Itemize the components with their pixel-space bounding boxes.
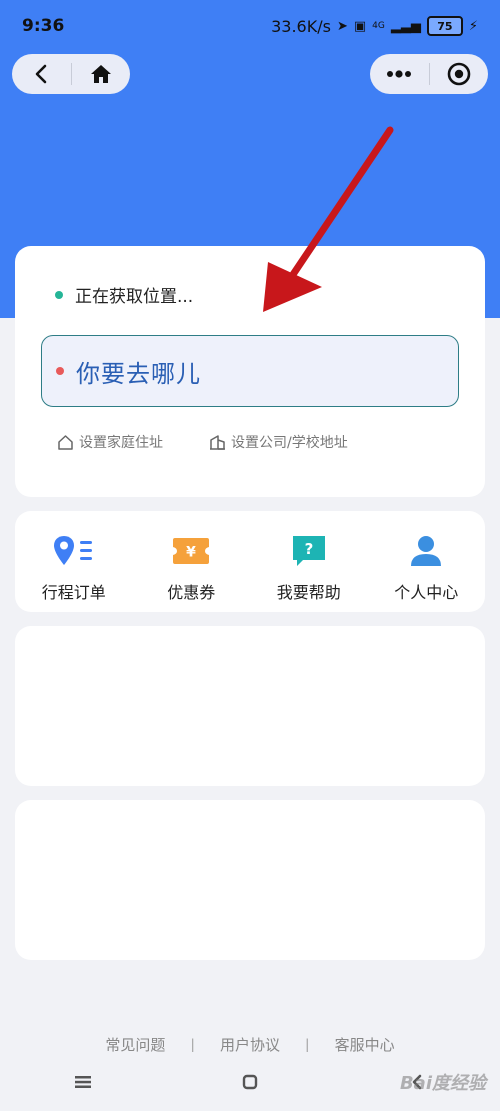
charging-icon: ⚡ (468, 18, 478, 34)
back-button[interactable] (12, 54, 71, 94)
set-work-label: 设置公司/学校地址 (231, 435, 348, 451)
nav-capsule (12, 54, 130, 94)
watermark-logo: Bai度经验 (399, 1073, 486, 1094)
hd-icon: ▣ (353, 18, 367, 34)
destination-dot (56, 367, 64, 375)
net-speed: 33.6K/s (271, 16, 331, 36)
location-arrow-icon: ➤ (336, 18, 348, 34)
back-icon (35, 64, 47, 84)
coupon-icon: ¥ (173, 538, 210, 564)
menu-icon (75, 1075, 92, 1088)
more-button[interactable] (370, 54, 429, 94)
more-dots-icon (387, 70, 412, 78)
set-home-address-button[interactable]: 设置家庭住址 (57, 432, 163, 452)
square-home-icon (242, 1074, 258, 1089)
address-shortcuts: 设置家庭住址 设置公司/学校地址 (57, 432, 348, 452)
menu-label: 个人中心 (394, 583, 459, 602)
recent-apps-button[interactable] (63, 1062, 103, 1102)
destination-placeholder: 你要去哪儿 (76, 359, 201, 388)
battery-icon: 75 (426, 16, 463, 36)
trip-order-icon (53, 536, 92, 565)
system-home-button[interactable] (230, 1062, 270, 1102)
location-status-text: 正在获取位置... (75, 287, 194, 307)
building-icon (210, 434, 225, 450)
content-card-placeholder (15, 626, 485, 786)
menu-coupons[interactable]: ¥ 优惠券 (133, 511, 251, 612)
target-close-icon (447, 62, 471, 86)
status-time: 9:36 (22, 16, 65, 36)
status-dot (55, 290, 63, 299)
status-bar: 9:36 33.6K/s ➤ ▣ 4G ▂▃▅ 75 ⚡ (0, 0, 500, 52)
home-button[interactable] (72, 54, 131, 94)
set-home-label: 设置家庭住址 (79, 435, 163, 451)
menu-help[interactable]: ? 我要帮助 (250, 511, 368, 612)
content-card-placeholder (15, 800, 485, 960)
svg-text:?: ? (304, 540, 313, 558)
home-icon (58, 434, 73, 450)
user-icon (411, 536, 442, 566)
location-card: 正在获取位置... 你要去哪儿 设置家庭住址 设置公司/学校地址 (15, 246, 485, 497)
signal-icon: ▂▃▅ (390, 18, 421, 34)
network-type: 4G (372, 21, 385, 31)
help-icon: ? (292, 536, 325, 566)
menu-label: 行程订单 (41, 583, 106, 602)
home-icon (90, 65, 111, 83)
destination-input[interactable]: 你要去哪儿 (41, 335, 459, 407)
menu-label: 优惠券 (167, 583, 216, 602)
miniprogram-capsule (370, 54, 488, 94)
menu-label: 我要帮助 (276, 583, 341, 602)
location-status: 正在获取位置... (55, 282, 193, 307)
menu-profile[interactable]: 个人中心 (368, 511, 486, 612)
menu-trip-orders[interactable]: 行程订单 (15, 511, 133, 612)
set-work-address-button[interactable]: 设置公司/学校地址 (209, 432, 348, 452)
close-miniprogram-button[interactable] (430, 54, 489, 94)
quick-menu-card: 行程订单 ¥ 优惠券 ? 我要帮助 个人中心 (15, 511, 485, 612)
svg-text:¥: ¥ (186, 545, 196, 561)
status-indicators: 33.6K/s ➤ ▣ 4G ▂▃▅ 75 ⚡ (271, 16, 478, 36)
